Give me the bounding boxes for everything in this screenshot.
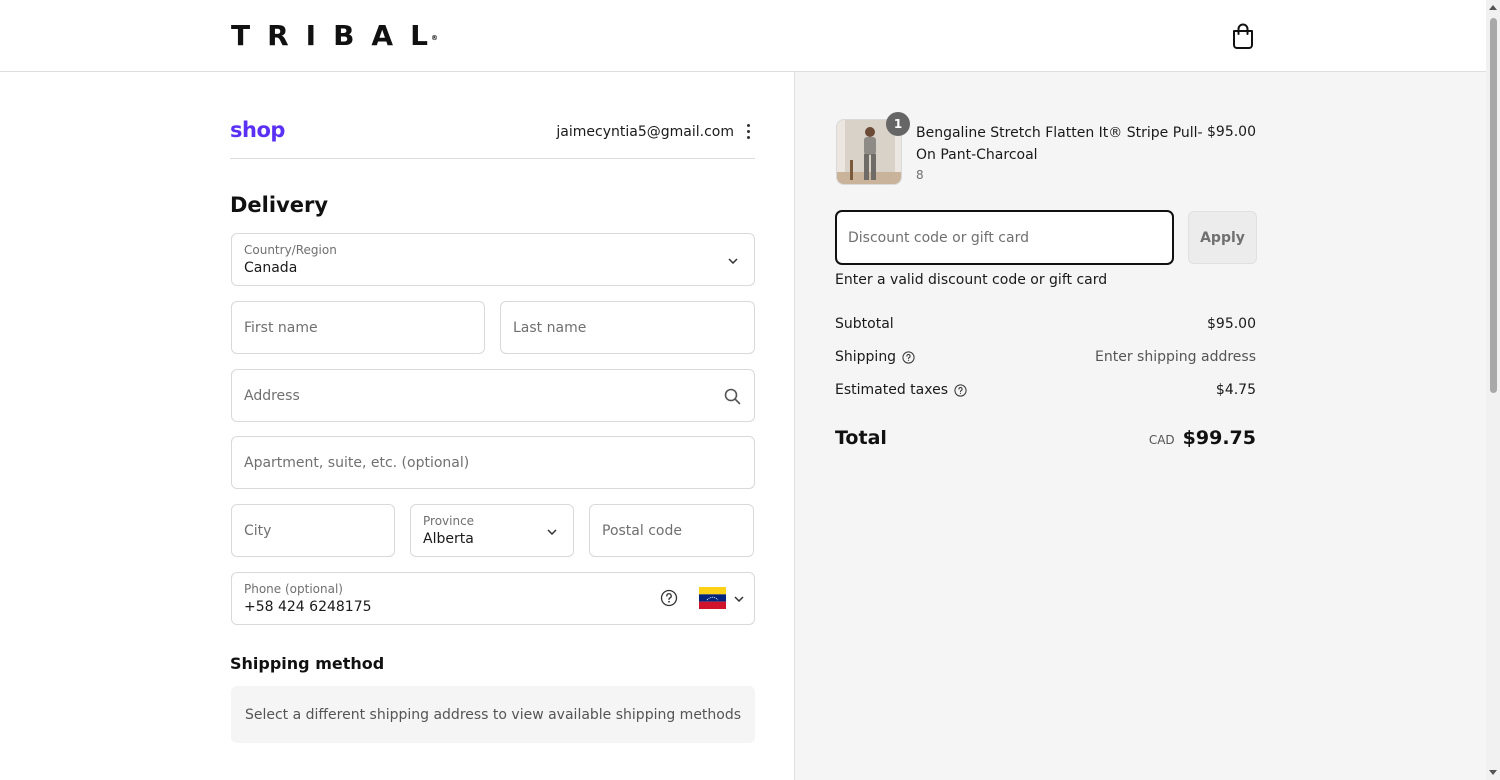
shopping-bag-icon[interactable] bbox=[1230, 22, 1256, 50]
first-name-placeholder: First name bbox=[244, 319, 318, 336]
kebab-menu-icon[interactable] bbox=[742, 124, 754, 140]
country-label: Country/Region bbox=[244, 243, 337, 257]
country-value: Canada bbox=[244, 260, 298, 276]
taxes-label: Estimated taxes bbox=[835, 382, 949, 398]
product-name: Bengaline Stretch Flatten It® Stripe Pul… bbox=[916, 125, 1203, 163]
apartment-placeholder: Apartment, suite, etc. (optional) bbox=[244, 454, 470, 471]
chevron-down-icon bbox=[728, 258, 738, 264]
site-header: TRIBAL® bbox=[0, 0, 1486, 72]
discount-error-message: Enter a valid discount code or gift card bbox=[835, 272, 1108, 288]
scroll-up-arrow-icon[interactable] bbox=[1489, 5, 1497, 10]
chevron-down-icon bbox=[547, 529, 557, 535]
city-placeholder: City bbox=[244, 522, 272, 539]
shop-pay-logo: shop bbox=[230, 118, 285, 142]
quantity-badge: 1 bbox=[886, 112, 910, 136]
apply-discount-button[interactable]: Apply bbox=[1188, 211, 1257, 264]
total-row: Total CAD $99.75 bbox=[835, 427, 1256, 455]
discount-placeholder: Discount code or gift card bbox=[848, 229, 1029, 246]
help-circle-icon[interactable] bbox=[954, 383, 967, 397]
total-value: $99.75 bbox=[1182, 427, 1256, 449]
delivery-heading: Delivery bbox=[230, 193, 329, 217]
checkout-form-panel: shop jaimecyntia5@gmail.com Delivery Cou… bbox=[0, 72, 794, 780]
first-name-field[interactable]: First name bbox=[231, 301, 485, 354]
chevron-down-icon[interactable] bbox=[734, 596, 744, 602]
help-circle-icon[interactable] bbox=[660, 589, 678, 607]
total-label: Total bbox=[835, 427, 887, 449]
product-price: $95.00 bbox=[1207, 124, 1256, 140]
scrollbar-thumb[interactable] bbox=[1490, 18, 1497, 393]
city-field[interactable]: City bbox=[231, 504, 395, 557]
shipping-method-heading: Shipping method bbox=[230, 654, 385, 673]
brand-logo[interactable]: TRIBAL® bbox=[231, 20, 452, 52]
postal-code-field[interactable]: Postal code bbox=[589, 504, 754, 557]
subtotal-label: Subtotal bbox=[835, 316, 894, 332]
address-placeholder: Address bbox=[244, 387, 300, 404]
currency-code: CAD bbox=[1148, 433, 1175, 447]
venezuela-flag-icon[interactable] bbox=[699, 587, 726, 609]
province-label: Province bbox=[423, 514, 475, 528]
country-select[interactable]: Country/Region Canada bbox=[231, 233, 755, 286]
subtotal-value: $95.00 bbox=[1207, 316, 1256, 332]
phone-field[interactable]: Phone (optional) +58 424 6248175 bbox=[231, 572, 755, 625]
taxes-value: $4.75 bbox=[1215, 382, 1256, 398]
discount-code-input[interactable]: Discount code or gift card bbox=[835, 210, 1174, 265]
province-select[interactable]: Province Alberta bbox=[410, 504, 574, 557]
phone-value: +58 424 6248175 bbox=[244, 599, 372, 615]
account-divider bbox=[230, 158, 755, 159]
phone-label: Phone (optional) bbox=[244, 582, 343, 596]
subtotal-row: Subtotal $95.00 bbox=[835, 316, 1256, 336]
shipping-method-notice: Select a different shipping address to v… bbox=[231, 686, 755, 743]
search-icon[interactable] bbox=[724, 388, 741, 405]
apartment-field[interactable]: Apartment, suite, etc. (optional) bbox=[231, 436, 755, 489]
order-summary-panel: 1 Bengaline Stretch Flatten It® Stripe P… bbox=[794, 72, 1486, 780]
address-field[interactable]: Address bbox=[231, 369, 755, 422]
help-circle-icon[interactable] bbox=[902, 350, 915, 364]
last-name-field[interactable]: Last name bbox=[500, 301, 755, 354]
postal-code-placeholder: Postal code bbox=[602, 522, 682, 539]
shipping-row: Shipping Enter shipping address bbox=[835, 349, 1256, 369]
province-value: Alberta bbox=[423, 531, 474, 547]
shipping-value: Enter shipping address bbox=[1095, 349, 1256, 365]
shipping-label: Shipping bbox=[835, 349, 897, 365]
last-name-placeholder: Last name bbox=[513, 319, 587, 336]
taxes-row: Estimated taxes $4.75 bbox=[835, 382, 1256, 402]
scroll-down-arrow-icon[interactable] bbox=[1489, 770, 1497, 775]
product-variant: 8 bbox=[916, 168, 924, 182]
account-email: jaimecyntia5@gmail.com bbox=[556, 124, 734, 140]
page-scrollbar[interactable] bbox=[1486, 0, 1500, 780]
